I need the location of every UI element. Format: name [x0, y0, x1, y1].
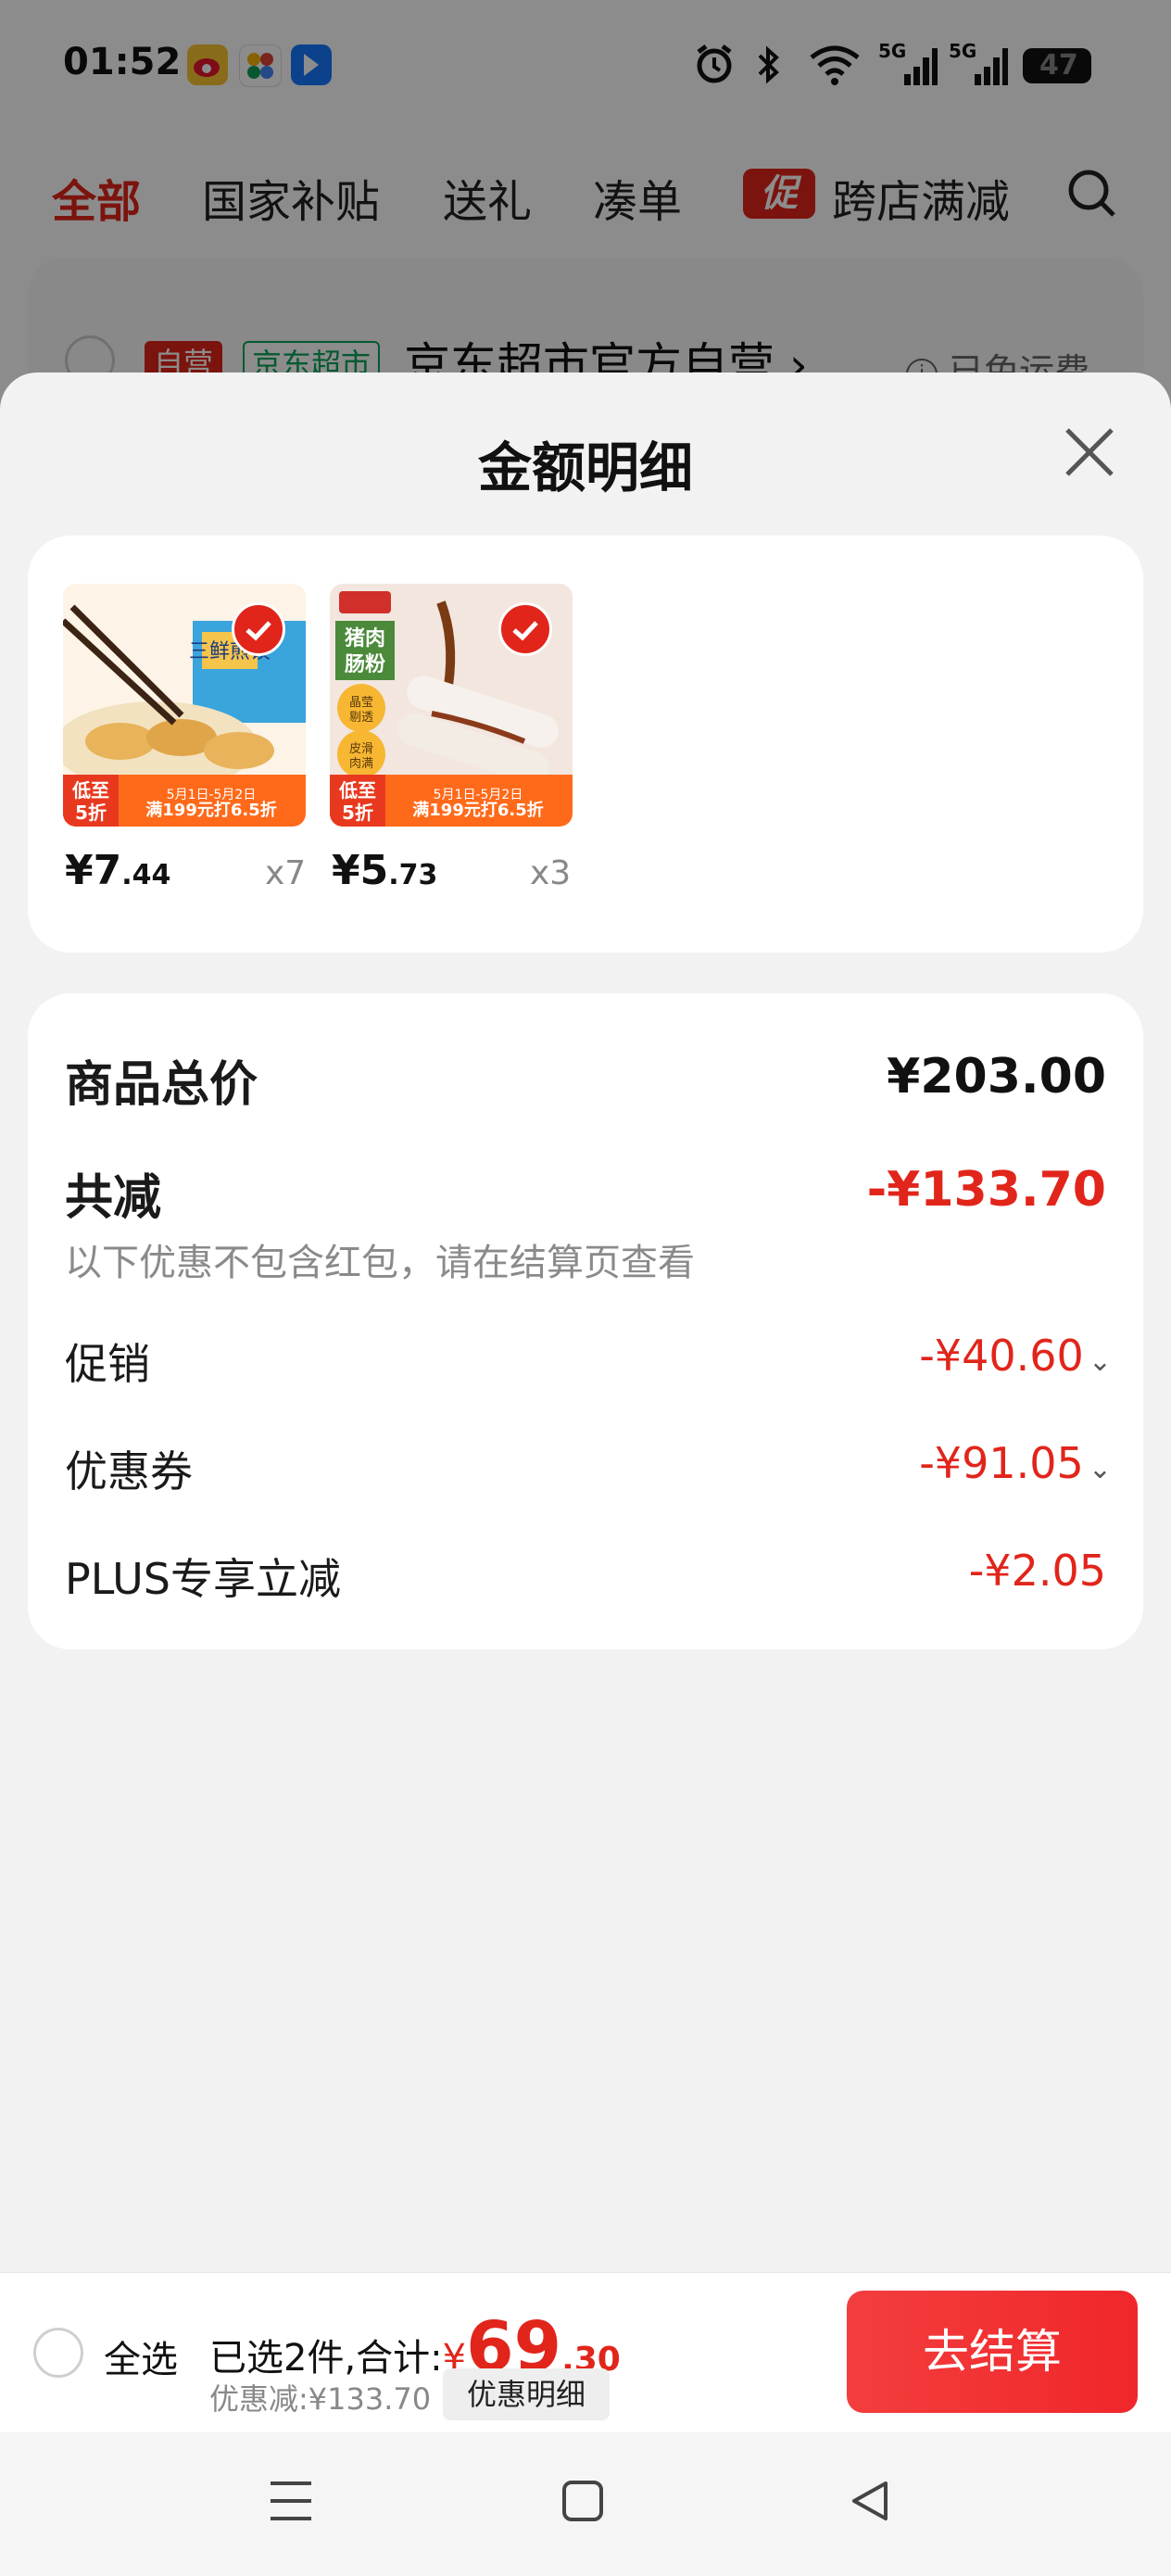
plus-discount-value: -¥2.05 [968, 1546, 1106, 1596]
coupon-label: 优惠券 [65, 1446, 193, 1496]
modal-overlay[interactable] [0, 0, 1171, 426]
total-price-value: ¥203.00 [887, 1049, 1106, 1105]
promotion-value: -¥40.60 [919, 1331, 1084, 1381]
product-1-qty: x7 [265, 854, 307, 892]
close-icon[interactable] [1062, 424, 1117, 484]
product-1-banner: 满199元打6.5折 [145, 800, 276, 820]
svg-text:肉满: 肉满 [349, 757, 373, 771]
menu-nav-icon[interactable] [269, 2480, 313, 2526]
svg-text:低至: 低至 [338, 779, 376, 802]
total-reduction-value: -¥133.70 [866, 1162, 1106, 1218]
home-nav-icon[interactable] [561, 2480, 604, 2526]
plus-discount-label: PLUS专享立减 [65, 1554, 341, 1604]
svg-text:猪肉: 猪肉 [345, 626, 385, 650]
selected-count-text: 已选2件,合计: [209, 2337, 443, 2380]
sheet-title: 金额明细 [477, 436, 693, 499]
product-2-checked-icon[interactable] [498, 602, 552, 656]
product-1-price-int: ¥7 [65, 847, 122, 894]
svg-text:晶莹: 晶莹 [349, 696, 373, 710]
back-nav-icon[interactable] [849, 2480, 891, 2526]
total-reduction-label: 共减 [65, 1170, 162, 1226]
checkout-button[interactable]: 去结算 [847, 2291, 1138, 2413]
product-1-price: ¥7.44 [65, 847, 170, 894]
reduction-note: 以下优惠不包含红包，请在结算页查看 [65, 1242, 695, 1284]
product-1-price-dec: .44 [121, 859, 171, 891]
svg-text:皮滑: 皮滑 [349, 742, 373, 756]
product-2-qty: x3 [530, 854, 572, 892]
chevron-down-icon: ⌄ [1088, 1453, 1112, 1485]
discount-detail-chip[interactable]: 优惠明细 [443, 2368, 610, 2420]
svg-text:低至: 低至 [71, 779, 109, 802]
svg-text:剔透: 剔透 [349, 711, 373, 725]
coupon-value: -¥91.05 [919, 1438, 1084, 1488]
coupon-row-toggle[interactable]: -¥91.05 ⌄ [919, 1438, 1112, 1488]
chevron-down-icon: ⌄ [1088, 1345, 1112, 1378]
svg-text:肠粉: 肠粉 [345, 653, 385, 676]
promotion-row-toggle[interactable]: -¥40.60 ⌄ [919, 1331, 1112, 1381]
svg-text:5折: 5折 [342, 802, 373, 824]
product-2-price-int: ¥5 [332, 847, 389, 894]
select-all-label[interactable]: 全选 [104, 2330, 178, 2383]
svg-text:5折: 5折 [75, 802, 107, 824]
product-2-price: ¥5.73 [332, 847, 437, 894]
product-1-checked-icon[interactable] [232, 602, 285, 656]
product-2-price-dec: .73 [388, 859, 438, 891]
discount-summary: 优惠减:¥133.70 [209, 2381, 432, 2417]
total-price-label: 商品总价 [65, 1057, 258, 1113]
promotion-label: 促销 [65, 1339, 150, 1389]
product-2-banner: 满199元打6.5折 [412, 800, 543, 820]
select-all-radio[interactable] [33, 2328, 83, 2378]
